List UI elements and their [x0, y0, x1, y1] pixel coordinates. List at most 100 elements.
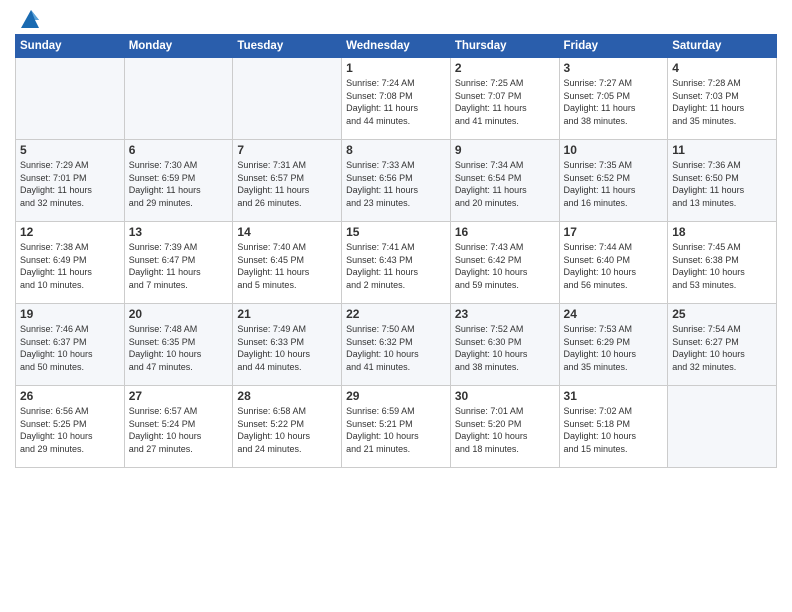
day-cell-25: 25 Sunrise: 7:54 AM Sunset: 6:27 PM Dayli… — [668, 304, 777, 386]
day-cell-23: 23Sunrise: 7:52 AM Sunset: 6:30 PM Dayli… — [450, 304, 559, 386]
day-number: 25 — [672, 307, 772, 321]
day-info: Sunrise: 6:59 AM Sunset: 5:21 PM Dayligh… — [346, 405, 446, 455]
day-cell-7: 7 Sunrise: 7:31 AM Sunset: 6:57 PM Daylig… — [233, 140, 342, 222]
day-cell-6: 6 Sunrise: 7:30 AM Sunset: 6:59 PM Daylig… — [124, 140, 233, 222]
weekday-header-wednesday: Wednesday — [342, 35, 451, 58]
day-number: 18 — [672, 225, 772, 239]
day-cell-29: 29 Sunrise: 6:59 AM Sunset: 5:21 PM Dayli… — [342, 386, 451, 468]
day-info: Sunrise: 7:28 AM Sunset: 7:03 PM Dayligh… — [672, 77, 772, 127]
day-cell-5: 5 Sunrise: 7:29 AM Sunset: 7:01 PM Daylig… — [16, 140, 125, 222]
header — [15, 10, 777, 28]
week-row-3: 12Sunrise: 7:38 AM Sunset: 6:49 PM Dayli… — [16, 222, 777, 304]
day-number: 1 — [346, 61, 446, 75]
day-cell-30: 30Sunrise: 7:01 AM Sunset: 5:20 PM Dayli… — [450, 386, 559, 468]
day-info: Sunrise: 7:35 AM Sunset: 6:52 PM Dayligh… — [564, 159, 664, 209]
day-info: Sunrise: 7:24 AM Sunset: 7:08 PM Dayligh… — [346, 77, 446, 127]
logo — [15, 10, 39, 28]
day-number: 9 — [455, 143, 555, 157]
day-info: Sunrise: 7:54 AM Sunset: 6:27 PM Dayligh… — [672, 323, 772, 373]
day-info: Sunrise: 7:41 AM Sunset: 6:43 PM Dayligh… — [346, 241, 446, 291]
day-cell-13: 13 Sunrise: 7:39 AM Sunset: 6:47 PM Dayli… — [124, 222, 233, 304]
day-info: Sunrise: 7:53 AM Sunset: 6:29 PM Dayligh… — [564, 323, 664, 373]
calendar-table: SundayMondayTuesdayWednesdayThursdayFrid… — [15, 34, 777, 468]
day-cell-2: 2 Sunrise: 7:25 AM Sunset: 7:07 PM Daylig… — [450, 58, 559, 140]
day-number: 12 — [20, 225, 120, 239]
day-number: 10 — [564, 143, 664, 157]
day-info: Sunrise: 6:57 AM Sunset: 5:24 PM Dayligh… — [129, 405, 229, 455]
day-number: 20 — [129, 307, 229, 321]
day-info: Sunrise: 7:43 AM Sunset: 6:42 PM Dayligh… — [455, 241, 555, 291]
day-info: Sunrise: 7:27 AM Sunset: 7:05 PM Dayligh… — [564, 77, 664, 127]
weekday-header-thursday: Thursday — [450, 35, 559, 58]
day-info: Sunrise: 7:29 AM Sunset: 7:01 PM Dayligh… — [20, 159, 120, 209]
day-cell-17: 17 Sunrise: 7:44 AM Sunset: 6:40 PM Dayli… — [559, 222, 668, 304]
day-number: 14 — [237, 225, 337, 239]
day-number: 5 — [20, 143, 120, 157]
day-number: 31 — [564, 389, 664, 403]
day-number: 13 — [129, 225, 229, 239]
day-info: Sunrise: 6:58 AM Sunset: 5:22 PM Dayligh… — [237, 405, 337, 455]
day-number: 19 — [20, 307, 120, 321]
day-cell-24: 24 Sunrise: 7:53 AM Sunset: 6:29 PM Dayli… — [559, 304, 668, 386]
day-cell-4: 4Sunrise: 7:28 AM Sunset: 7:03 PM Daylig… — [668, 58, 777, 140]
day-info: Sunrise: 7:46 AM Sunset: 6:37 PM Dayligh… — [20, 323, 120, 373]
day-cell-27: 27 Sunrise: 6:57 AM Sunset: 5:24 PM Dayli… — [124, 386, 233, 468]
day-info: Sunrise: 7:49 AM Sunset: 6:33 PM Dayligh… — [237, 323, 337, 373]
day-number: 22 — [346, 307, 446, 321]
day-cell-10: 10 Sunrise: 7:35 AM Sunset: 6:52 PM Dayli… — [559, 140, 668, 222]
day-cell-14: 14 Sunrise: 7:40 AM Sunset: 6:45 PM Dayli… — [233, 222, 342, 304]
week-row-2: 5 Sunrise: 7:29 AM Sunset: 7:01 PM Daylig… — [16, 140, 777, 222]
weekday-header-saturday: Saturday — [668, 35, 777, 58]
day-info: Sunrise: 7:25 AM Sunset: 7:07 PM Dayligh… — [455, 77, 555, 127]
day-cell-15: 15 Sunrise: 7:41 AM Sunset: 6:43 PM Dayli… — [342, 222, 451, 304]
day-info: Sunrise: 7:48 AM Sunset: 6:35 PM Dayligh… — [129, 323, 229, 373]
day-number: 24 — [564, 307, 664, 321]
day-number: 2 — [455, 61, 555, 75]
day-cell-20: 20 Sunrise: 7:48 AM Sunset: 6:35 PM Dayli… — [124, 304, 233, 386]
day-info: Sunrise: 7:34 AM Sunset: 6:54 PM Dayligh… — [455, 159, 555, 209]
day-number: 27 — [129, 389, 229, 403]
empty-cell — [16, 58, 125, 140]
day-info: Sunrise: 7:30 AM Sunset: 6:59 PM Dayligh… — [129, 159, 229, 209]
weekday-header-friday: Friday — [559, 35, 668, 58]
day-number: 17 — [564, 225, 664, 239]
day-cell-12: 12Sunrise: 7:38 AM Sunset: 6:49 PM Dayli… — [16, 222, 125, 304]
empty-cell — [124, 58, 233, 140]
day-number: 29 — [346, 389, 446, 403]
day-cell-8: 8Sunrise: 7:33 AM Sunset: 6:56 PM Daylig… — [342, 140, 451, 222]
day-info: Sunrise: 7:36 AM Sunset: 6:50 PM Dayligh… — [672, 159, 772, 209]
empty-cell — [233, 58, 342, 140]
day-info: Sunrise: 7:39 AM Sunset: 6:47 PM Dayligh… — [129, 241, 229, 291]
day-info: Sunrise: 7:01 AM Sunset: 5:20 PM Dayligh… — [455, 405, 555, 455]
day-info: Sunrise: 7:45 AM Sunset: 6:38 PM Dayligh… — [672, 241, 772, 291]
day-number: 16 — [455, 225, 555, 239]
week-row-4: 19 Sunrise: 7:46 AM Sunset: 6:37 PM Dayli… — [16, 304, 777, 386]
weekday-header-tuesday: Tuesday — [233, 35, 342, 58]
day-cell-16: 16 Sunrise: 7:43 AM Sunset: 6:42 PM Dayli… — [450, 222, 559, 304]
day-info: Sunrise: 6:56 AM Sunset: 5:25 PM Dayligh… — [20, 405, 120, 455]
day-cell-3: 3Sunrise: 7:27 AM Sunset: 7:05 PM Daylig… — [559, 58, 668, 140]
day-cell-9: 9 Sunrise: 7:34 AM Sunset: 6:54 PM Daylig… — [450, 140, 559, 222]
day-cell-21: 21 Sunrise: 7:49 AM Sunset: 6:33 PM Dayli… — [233, 304, 342, 386]
weekday-header-monday: Monday — [124, 35, 233, 58]
day-cell-22: 22Sunrise: 7:50 AM Sunset: 6:32 PM Dayli… — [342, 304, 451, 386]
day-number: 21 — [237, 307, 337, 321]
week-row-5: 26 Sunrise: 6:56 AM Sunset: 5:25 PM Dayli… — [16, 386, 777, 468]
logo-icon — [17, 10, 39, 28]
day-cell-19: 19 Sunrise: 7:46 AM Sunset: 6:37 PM Dayli… — [16, 304, 125, 386]
day-info: Sunrise: 7:40 AM Sunset: 6:45 PM Dayligh… — [237, 241, 337, 291]
weekday-header-sunday: Sunday — [16, 35, 125, 58]
day-number: 26 — [20, 389, 120, 403]
day-cell-18: 18 Sunrise: 7:45 AM Sunset: 6:38 PM Dayli… — [668, 222, 777, 304]
day-info: Sunrise: 7:44 AM Sunset: 6:40 PM Dayligh… — [564, 241, 664, 291]
day-number: 8 — [346, 143, 446, 157]
weekday-header-row: SundayMondayTuesdayWednesdayThursdayFrid… — [16, 35, 777, 58]
day-cell-1: 1 Sunrise: 7:24 AM Sunset: 7:08 PM Daylig… — [342, 58, 451, 140]
day-number: 11 — [672, 143, 772, 157]
day-number: 15 — [346, 225, 446, 239]
day-number: 6 — [129, 143, 229, 157]
day-number: 7 — [237, 143, 337, 157]
day-cell-31: 31Sunrise: 7:02 AM Sunset: 5:18 PM Dayli… — [559, 386, 668, 468]
day-info: Sunrise: 7:31 AM Sunset: 6:57 PM Dayligh… — [237, 159, 337, 209]
day-number: 23 — [455, 307, 555, 321]
